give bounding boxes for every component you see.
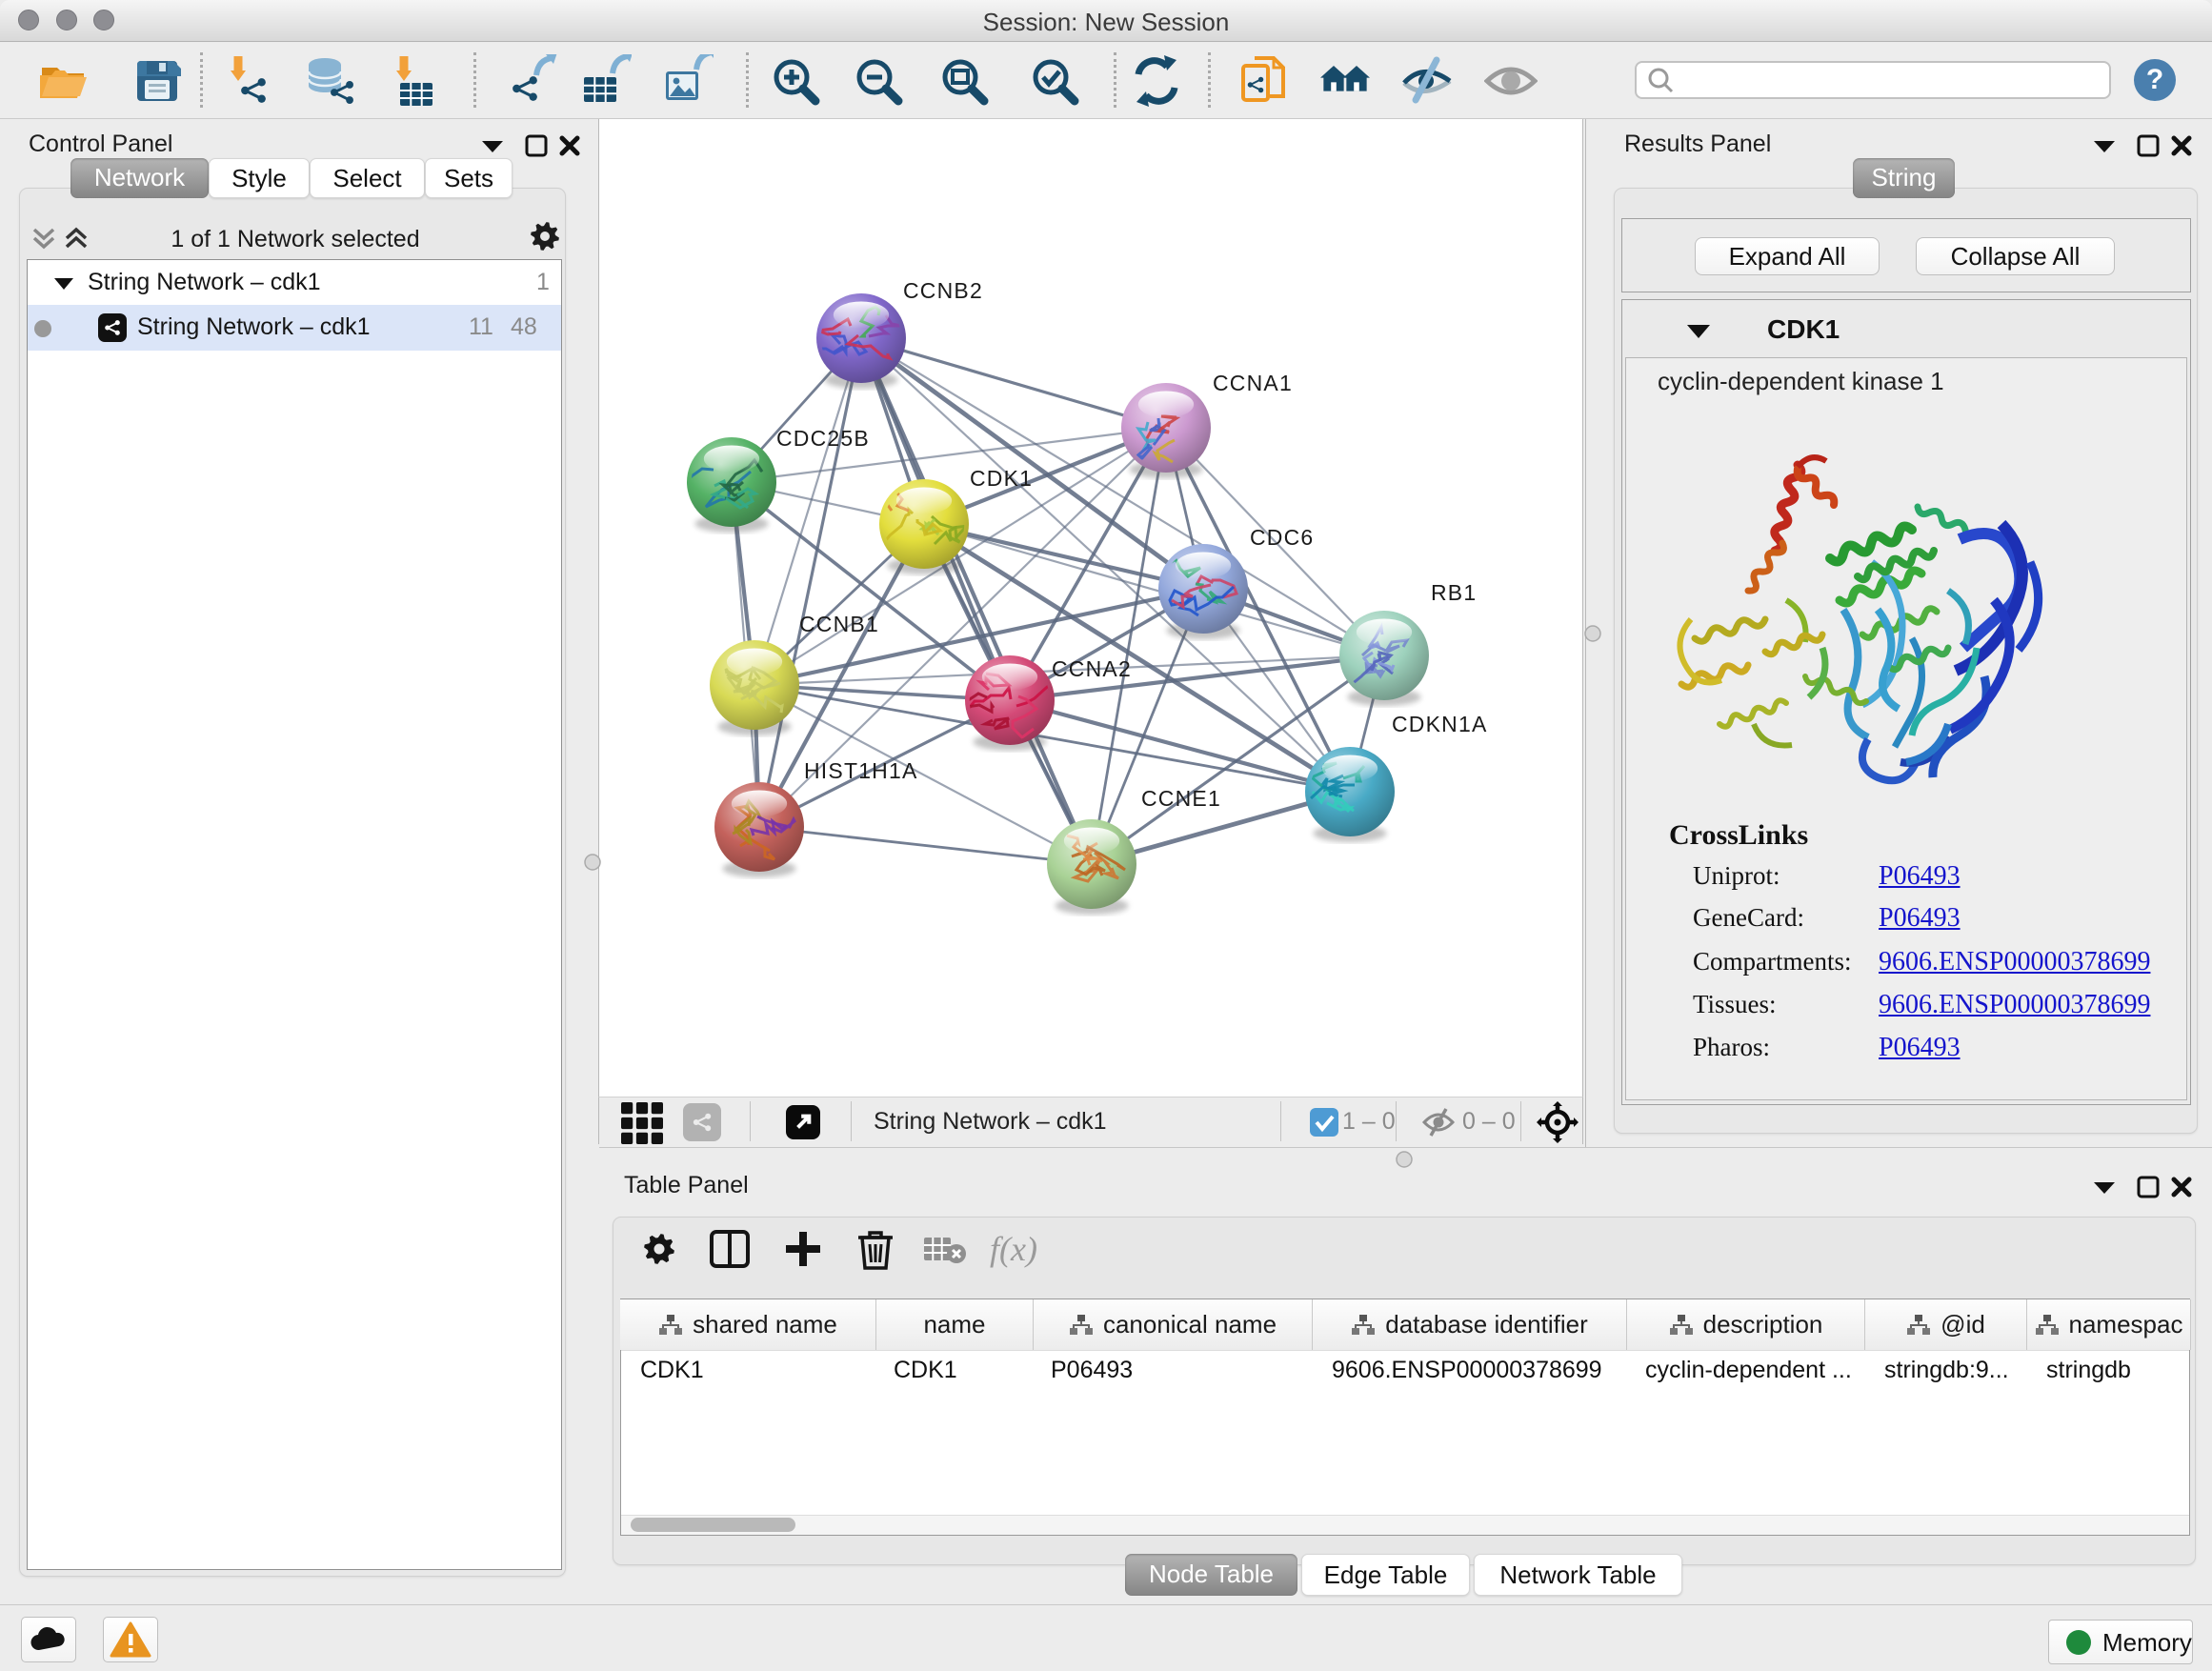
svg-text:HIST1H1A: HIST1H1A <box>804 758 918 783</box>
svg-text:CCNA2: CCNA2 <box>1052 656 1132 681</box>
svg-text:CCNB1: CCNB1 <box>799 612 879 636</box>
svg-text:CDC25B: CDC25B <box>776 426 870 451</box>
svg-text:CDK1: CDK1 <box>970 466 1033 491</box>
svg-text:CDKN1A: CDKN1A <box>1392 712 1488 736</box>
svg-text:CCNA1: CCNA1 <box>1213 371 1293 395</box>
svg-text:CCNB2: CCNB2 <box>903 278 983 303</box>
svg-text:CCNE1: CCNE1 <box>1141 786 1221 811</box>
svg-text:RB1: RB1 <box>1431 580 1477 605</box>
svg-text:CDC6: CDC6 <box>1250 525 1314 550</box>
